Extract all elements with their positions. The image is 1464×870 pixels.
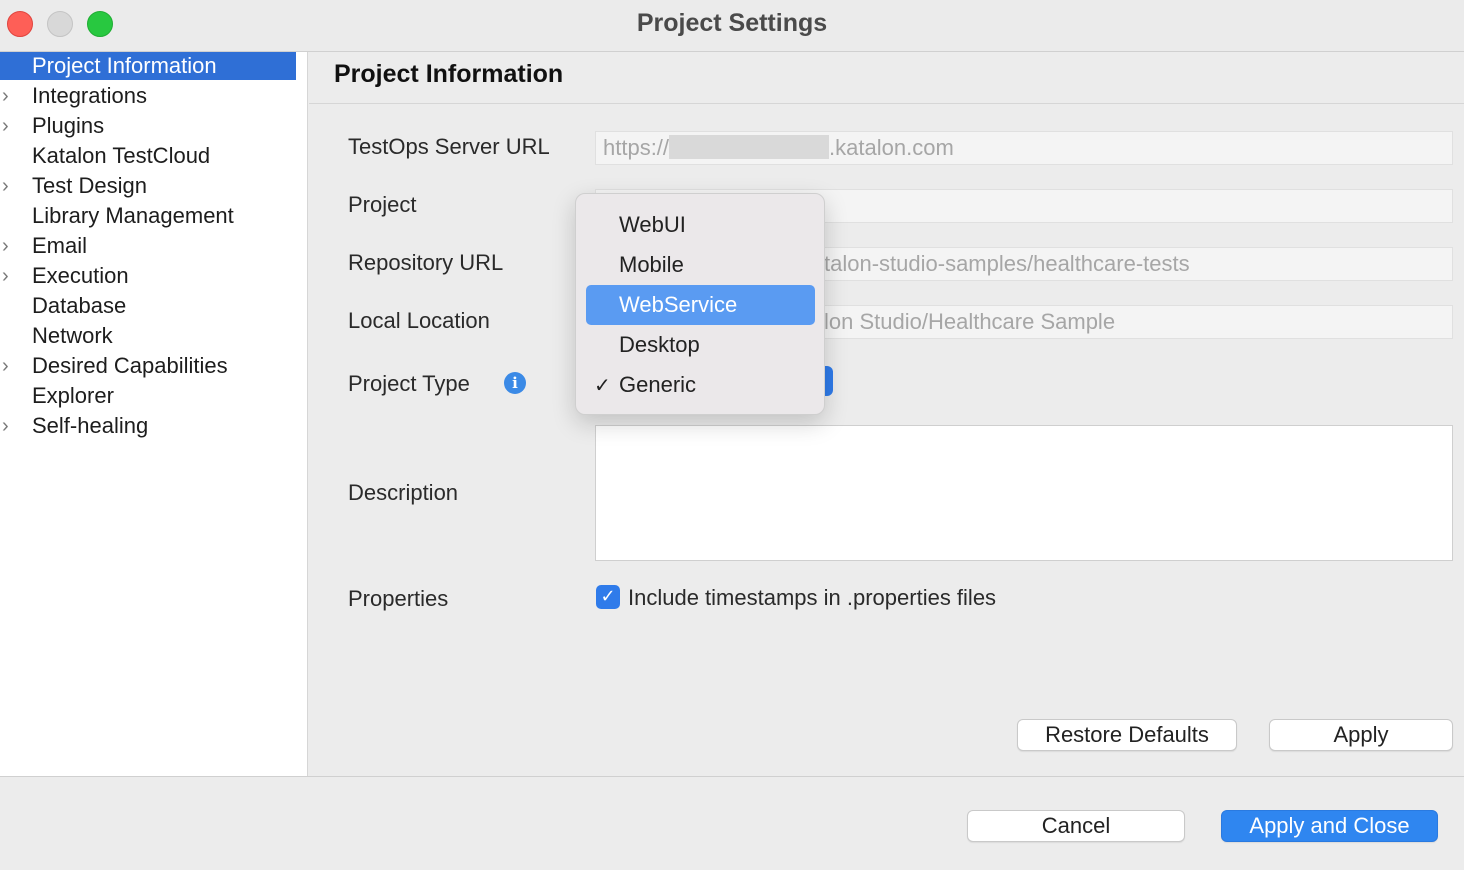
- sidebar-item-label: Katalon TestCloud: [32, 143, 211, 168]
- repository-url-value: talon-studio-samples/healthcare-tests: [824, 251, 1190, 276]
- window-title: Project Settings: [636, 9, 828, 37]
- chevron-right-icon[interactable]: ›: [2, 84, 18, 108]
- sidebar-item-test-design[interactable]: › Test Design: [0, 172, 296, 200]
- sidebar-item-label: Network: [32, 323, 113, 348]
- content-header: Project Information: [309, 52, 1464, 104]
- sidebar-item-self-healing[interactable]: › Self-healing: [0, 412, 296, 440]
- sidebar-item-label: Plugins: [32, 113, 105, 138]
- page-title: Project Information: [334, 60, 564, 88]
- info-icon[interactable]: i: [504, 372, 526, 394]
- chevron-right-icon[interactable]: ›: [2, 414, 18, 438]
- cancel-button[interactable]: Cancel: [967, 810, 1185, 842]
- sidebar-item-email[interactable]: › Email: [0, 232, 296, 260]
- sidebar-item-label: Library Management: [32, 203, 234, 228]
- sidebar-item-integrations[interactable]: › Integrations: [0, 82, 296, 110]
- testops-url-prefix: https://: [603, 135, 670, 160]
- chevron-right-icon[interactable]: ›: [2, 234, 18, 258]
- testops-url-field[interactable]: https:// .katalon.com: [595, 131, 1453, 165]
- sidebar-item-plugins[interactable]: › Plugins: [0, 112, 296, 140]
- settings-content: Project Information TestOps Server URL h…: [309, 52, 1464, 776]
- apply-and-close-button[interactable]: Apply and Close: [1221, 810, 1438, 842]
- sidebar-item-label: Email: [32, 233, 88, 258]
- chevron-right-icon[interactable]: ›: [2, 114, 18, 138]
- include-timestamps-label: Include timestamps in .properties files: [628, 585, 997, 610]
- sidebar-item-label: Self-healing: [32, 413, 149, 438]
- menu-item-webui[interactable]: WebUI: [586, 205, 815, 245]
- properties-label: Properties: [348, 586, 449, 611]
- redacted-block: [669, 135, 830, 160]
- sidebar-item-label: Database: [32, 293, 127, 318]
- sidebar-item-explorer[interactable]: Explorer: [0, 382, 296, 410]
- sidebar-item-desired-capabilities[interactable]: › Desired Capabilities: [0, 352, 296, 380]
- sidebar-item-project-information[interactable]: Project Information: [0, 52, 296, 80]
- checkmark-icon: ✓: [594, 373, 611, 397]
- menu-item-desktop[interactable]: Desktop: [586, 325, 815, 365]
- sidebar-item-label: Test Design: [32, 173, 147, 198]
- menu-item-generic[interactable]: ✓ Generic: [586, 365, 815, 405]
- chevron-right-icon[interactable]: ›: [2, 354, 18, 378]
- sidebar-item-label: Project Information: [32, 53, 217, 78]
- local-location-value: lon Studio/Healthcare Sample: [824, 309, 1116, 334]
- description-textarea[interactable]: [595, 425, 1453, 561]
- description-label: Description: [348, 480, 459, 505]
- testops-url-suffix: .katalon.com: [829, 135, 954, 160]
- sidebar-item-execution[interactable]: › Execution: [0, 262, 296, 290]
- local-location-label: Local Location: [348, 308, 490, 333]
- project-label: Project: [348, 192, 417, 217]
- chevron-right-icon[interactable]: ›: [2, 174, 18, 198]
- menu-item-webservice[interactable]: WebService: [586, 285, 815, 325]
- apply-button[interactable]: Apply: [1269, 719, 1453, 751]
- chevron-right-icon[interactable]: ›: [2, 264, 18, 288]
- sidebar-item-katalon-testcloud[interactable]: Katalon TestCloud: [0, 142, 296, 170]
- sidebar-item-label: Execution: [32, 263, 129, 288]
- include-timestamps-checkbox[interactable]: ✓: [596, 585, 620, 609]
- testops-url-label: TestOps Server URL: [348, 134, 550, 159]
- repository-url-label: Repository URL: [348, 250, 504, 275]
- sidebar-item-library-management[interactable]: Library Management: [0, 202, 296, 230]
- settings-sidebar: Project Information › Integrations › Plu…: [0, 52, 308, 776]
- sidebar-item-network[interactable]: Network: [0, 322, 296, 350]
- menu-item-mobile[interactable]: Mobile: [586, 245, 815, 285]
- sidebar-item-database[interactable]: Database: [0, 292, 296, 320]
- sidebar-item-label: Explorer: [32, 383, 114, 408]
- title-bar: Project Settings: [0, 0, 1464, 52]
- project-type-label: Project Type: [348, 371, 470, 396]
- sidebar-item-label: Integrations: [32, 83, 147, 108]
- project-type-menu: WebUI Mobile WebService Desktop ✓ Generi…: [575, 193, 825, 415]
- sidebar-item-label: Desired Capabilities: [32, 353, 228, 378]
- dialog-footer: Cancel Apply and Close: [0, 776, 1464, 870]
- restore-defaults-button[interactable]: Restore Defaults: [1017, 719, 1237, 751]
